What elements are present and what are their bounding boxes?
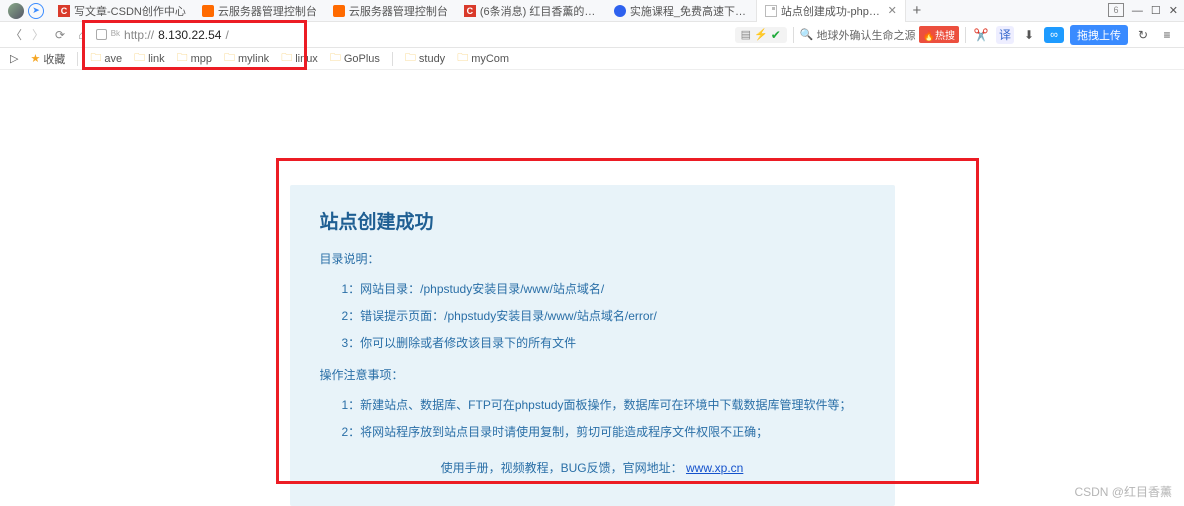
bm-item-2[interactable]: 🗀mpp [177, 49, 212, 68]
tab-label: 写文章-CSDN创作中心 [74, 3, 186, 19]
translate-icon[interactable]: 译 [996, 26, 1014, 44]
bm-item-4[interactable]: 🗀linux [281, 49, 318, 68]
folder-icon: 🗀 [224, 49, 235, 68]
url-suffix: / [225, 28, 228, 42]
tab-counter[interactable]: 6 [1108, 3, 1124, 17]
close-icon[interactable]: ✕ [888, 4, 897, 17]
bm-item-6[interactable]: 🗀study [405, 49, 445, 68]
tab-4[interactable]: 实施课程_免费高速下载|百度网 [606, 0, 756, 22]
folder-icon: 🗀 [134, 49, 145, 68]
new-tab-button[interactable]: + [906, 2, 928, 19]
site-info-icon[interactable] [96, 29, 107, 40]
address-bar: 〈 〉 ⟳ ⌂ ᴮᵏ http://8.130.22.54/ ▤⚡✔ 🔍 地球外… [0, 22, 1184, 48]
tab-strip: ➤ C写文章-CSDN创作中心 云服务器管理控制台 云服务器管理控制台 C(6条… [0, 0, 1184, 22]
hot-badge: 🔥热搜 [919, 26, 959, 43]
upload-button[interactable]: 拖拽上传 [1070, 25, 1128, 45]
search-placeholder: 地球外确认生命之源 [817, 27, 916, 43]
watermark: CSDN @红目香薰 [1074, 483, 1172, 500]
profile-avatar[interactable] [8, 3, 24, 19]
line-4: 1：新建站点、数据库、FTP可在phpstudy面板操作，数据库可在环境中下载数… [320, 391, 865, 418]
back-button[interactable]: 〈 [8, 26, 24, 43]
tab-label: (6条消息) 红目香薰的博客_CSD [480, 3, 598, 19]
tab-label: 云服务器管理控制台 [349, 3, 448, 19]
search-icon: 🔍 [800, 28, 814, 41]
ext-group[interactable]: ▤⚡✔ [735, 27, 787, 43]
scissors-icon[interactable]: ✂️ [972, 26, 990, 44]
folder-icon: 🗀 [330, 49, 341, 68]
star-icon: ★ [30, 52, 40, 65]
line-5: 2：将网站程序放到站点目录时请使用复制，剪切可能造成程序文件权限不正确； [320, 418, 865, 445]
tab-label: 实施课程_免费高速下载|百度网 [630, 3, 748, 19]
folder-icon: 🗀 [90, 49, 101, 68]
folder-icon: 🗀 [281, 49, 292, 68]
url-field[interactable]: ᴮᵏ http://8.130.22.54/ [96, 28, 246, 42]
bookmarks-bar: ▷ ★收藏 🗀ave 🗀link 🗀mpp 🗀mylink 🗀linux 🗀Go… [0, 48, 1184, 70]
cloud-icon[interactable] [1044, 27, 1064, 43]
url-prefix: http:// [124, 28, 154, 42]
forward-button[interactable]: 〉 [30, 26, 46, 43]
maximize-icon[interactable]: ☐ [1151, 0, 1161, 22]
reload-button[interactable]: ⟳ [52, 28, 68, 42]
tab-1[interactable]: 云服务器管理控制台 [194, 0, 325, 22]
search-box[interactable]: 🔍 地球外确认生命之源 🔥热搜 [800, 26, 959, 43]
window-controls: — ☐ ✕ [1132, 0, 1178, 22]
tab-label: 站点创建成功-phpstudy for w [781, 3, 881, 19]
line-3: 3：你可以删除或者修改该目录下的所有文件 [320, 329, 865, 356]
card-footer: 使用手册，视频教程，BUG反馈，官网地址： www.xp.cn [320, 459, 865, 476]
tab-3[interactable]: C(6条消息) 红目香薰的博客_CSD [456, 0, 606, 22]
folder-icon: 🗀 [405, 49, 416, 68]
bm-toggle-icon[interactable]: ▷ [10, 52, 18, 65]
home-button[interactable]: ⌂ [74, 28, 90, 42]
send-icon[interactable]: ➤ [28, 3, 44, 19]
section-1-title: 目录说明： [320, 250, 865, 267]
page-viewport: 站点创建成功 目录说明： 1：网站目录：/phpstudy安装目录/www/站点… [0, 70, 1184, 506]
success-card: 站点创建成功 目录说明： 1：网站目录：/phpstudy安装目录/www/站点… [290, 185, 895, 506]
favorites-button[interactable]: ★收藏 [30, 51, 65, 67]
tab-5[interactable]: 站点创建成功-phpstudy for w ✕ [756, 0, 906, 22]
history-icon[interactable]: ↻ [1134, 26, 1152, 44]
folder-icon: 🗀 [177, 49, 188, 68]
bm-item-7[interactable]: 🗀myCom [457, 49, 509, 68]
section-2-title: 操作注意事项： [320, 366, 865, 383]
tab-label: 云服务器管理控制台 [218, 3, 317, 19]
line-2: 2：错误提示页面：/phpstudy安装目录/www/站点域名/error/ [320, 302, 865, 329]
line-1: 1：网站目录：/phpstudy安装目录/www/站点域名/ [320, 275, 865, 302]
official-link[interactable]: www.xp.cn [686, 461, 743, 475]
menu-icon[interactable]: ≡ [1158, 26, 1176, 44]
download-icon[interactable]: ⬇ [1020, 26, 1038, 44]
bm-item-3[interactable]: 🗀mylink [224, 49, 269, 68]
card-title: 站点创建成功 [320, 207, 865, 234]
url-host: 8.130.22.54 [158, 28, 221, 42]
bm-item-5[interactable]: 🗀GoPlus [330, 49, 380, 68]
bm-item-1[interactable]: 🗀link [134, 49, 165, 68]
close-window-icon[interactable]: ✕ [1169, 0, 1178, 22]
folder-icon: 🗀 [457, 49, 468, 68]
tab-2[interactable]: 云服务器管理控制台 [325, 0, 456, 22]
minimize-icon[interactable]: — [1132, 0, 1143, 22]
bm-item-0[interactable]: 🗀ave [90, 49, 122, 68]
tab-0[interactable]: C写文章-CSDN创作中心 [50, 0, 194, 22]
